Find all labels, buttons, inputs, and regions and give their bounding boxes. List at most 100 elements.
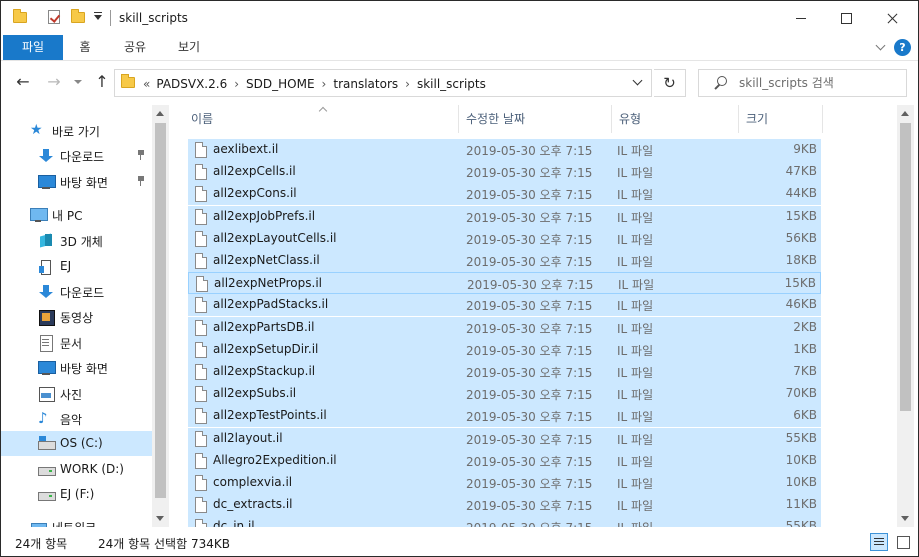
folder-icon[interactable] xyxy=(13,9,29,24)
breadcrumb-item[interactable]: SDD_HOME xyxy=(246,77,315,91)
sidebar-item[interactable]: 사진 xyxy=(1,381,152,406)
forward-arrow-icon[interactable]: → xyxy=(45,74,63,90)
up-arrow-icon[interactable]: ↑ xyxy=(93,74,111,90)
table-row[interactable]: all2expNetClass.il 2019-05-30 오후 7:15 IL 파… xyxy=(188,250,821,272)
scroll-thumb[interactable] xyxy=(900,123,911,411)
sidebar-item[interactable]: EJ (F:) xyxy=(1,482,152,507)
address-dropdown-chevron-icon[interactable] xyxy=(631,75,645,89)
properties-check-icon[interactable] xyxy=(47,10,63,24)
file-date-modified: 2019-05-30 오후 7:15 xyxy=(466,344,593,358)
close-button[interactable] xyxy=(869,1,915,35)
refresh-button[interactable]: ↻ xyxy=(654,69,686,97)
file-date-modified: 2019-05-30 오후 7:15 xyxy=(466,166,593,180)
recent-locations-dropdown-icon[interactable] xyxy=(74,80,82,84)
new-folder-icon[interactable] xyxy=(71,9,87,24)
tab-view[interactable]: 보기 xyxy=(165,35,213,60)
table-row[interactable]: all2expPadStacks.il 2019-05-30 오후 7:15 IL … xyxy=(188,294,821,316)
column-date-modified[interactable]: 수정한 날짜 xyxy=(459,105,612,133)
breadcrumb-overflow[interactable]: « xyxy=(143,77,150,91)
sidebar-item[interactable]: ♪ 음악 xyxy=(1,406,152,431)
table-row[interactable]: all2expJobPrefs.il 2019-05-30 오후 7:15 IL 파… xyxy=(188,206,821,228)
sidebar-item[interactable]: 내 PC xyxy=(1,202,152,227)
file-type: IL 파일 xyxy=(617,388,654,402)
search-box[interactable] xyxy=(698,69,907,97)
breadcrumb-item[interactable]: skill_scripts xyxy=(417,77,486,91)
file-icon xyxy=(195,364,207,380)
details-view-icon[interactable] xyxy=(870,533,888,551)
scroll-down-arrow-icon[interactable] xyxy=(901,516,909,521)
document-icon xyxy=(38,335,54,352)
sidebar-item[interactable]: EJ xyxy=(1,254,152,279)
breadcrumb-separator-icon[interactable]: › xyxy=(322,77,327,91)
file-size: 18KB xyxy=(785,253,817,267)
column-type[interactable]: 유형 xyxy=(612,105,739,133)
tab-file[interactable]: 파일 xyxy=(3,35,63,60)
table-row[interactable]: all2expStackup.il 2019-05-30 오후 7:15 IL 파일… xyxy=(188,361,821,383)
sidebar-item[interactable]: 3D 개체 xyxy=(1,228,152,253)
table-row[interactable]: aexlibext.il 2019-05-30 오후 7:15 IL 파일 9KB xyxy=(188,139,821,161)
file-icon xyxy=(195,253,207,269)
sidebar-item[interactable]: OS (C:) xyxy=(1,431,152,456)
tab-share[interactable]: 공유 xyxy=(111,35,159,60)
help-icon[interactable]: ? xyxy=(894,39,911,56)
table-row[interactable]: all2layout.il 2019-05-30 오후 7:15 IL 파일 55KB xyxy=(188,428,821,450)
table-row[interactable]: all2expTestPoints.il 2019-05-30 오후 7:15 IL… xyxy=(188,405,821,427)
maximize-button[interactable] xyxy=(823,1,869,35)
back-arrow-icon[interactable]: ← xyxy=(14,74,32,90)
table-row[interactable]: Allegro2Expedition.il 2019-05-30 오후 7:15 I… xyxy=(188,450,821,472)
file-date-modified: 2019-05-30 오후 7:15 xyxy=(466,322,593,336)
sidebar-item[interactable]: 네트워크 xyxy=(1,514,152,527)
search-input[interactable] xyxy=(739,75,899,91)
breadcrumb-item[interactable]: translators xyxy=(333,77,398,91)
table-row[interactable]: dc_extracts.il 2019-05-30 오후 7:15 IL 파일 11K… xyxy=(188,494,821,516)
scroll-up-arrow-icon[interactable] xyxy=(156,111,164,116)
minimize-button[interactable] xyxy=(778,1,824,35)
pin-icon[interactable] xyxy=(137,176,145,186)
table-row[interactable]: all2expCons.il 2019-05-30 오후 7:15 IL 파일 44K… xyxy=(188,183,821,205)
tab-home[interactable]: 홈 xyxy=(65,35,105,60)
table-row[interactable]: all2expSubs.il 2019-05-30 오후 7:15 IL 파일 70K… xyxy=(188,383,821,405)
expand-ribbon-chevron-icon[interactable] xyxy=(875,40,886,51)
file-type: IL 파일 xyxy=(617,499,654,513)
navigation-pane-scrollbar[interactable] xyxy=(152,105,169,527)
file-type: IL 파일 xyxy=(617,211,654,225)
breadcrumb-separator-icon[interactable]: › xyxy=(405,77,410,91)
file-list-scrollbar[interactable] xyxy=(897,105,914,527)
table-row[interactable]: all2expPartsDB.il 2019-05-30 오후 7:15 IL 파일… xyxy=(188,317,821,339)
file-size: 15KB xyxy=(784,276,816,290)
sidebar-item[interactable]: ★ 바로 가기 xyxy=(1,118,152,143)
desktop-icon xyxy=(38,174,56,189)
table-row[interactable]: all2expNetProps.il 2019-05-30 오후 7:15 IL 파… xyxy=(188,272,821,294)
sidebar-item[interactable]: 다운로드 xyxy=(1,279,152,304)
sidebar-item[interactable]: 바탕 화면 xyxy=(1,169,152,194)
column-name[interactable]: 이름 xyxy=(184,105,459,133)
file-type: IL 파일 xyxy=(617,410,654,424)
large-icons-view-icon[interactable] xyxy=(894,533,912,551)
sidebar-item[interactable]: 바탕 화면 xyxy=(1,355,152,380)
file-type: IL 파일 xyxy=(617,519,653,527)
file-size: 15KB xyxy=(785,209,817,223)
file-name: dc_in.il xyxy=(213,519,255,527)
breadcrumb-separator-icon[interactable]: › xyxy=(234,77,239,91)
scroll-down-arrow-icon[interactable] xyxy=(156,516,164,521)
breadcrumb-item[interactable]: PADSVX.2.6 xyxy=(156,77,227,91)
sidebar-item[interactable]: 동영상 xyxy=(1,304,152,329)
table-row[interactable]: all2expCells.il 2019-05-30 오후 7:15 IL 파일 47… xyxy=(188,161,821,183)
file-type: IL 파일 xyxy=(617,366,654,380)
table-row[interactable]: all2expSetupDir.il 2019-05-30 오후 7:15 IL 파… xyxy=(188,339,821,361)
pictures-icon xyxy=(38,386,55,402)
pin-icon[interactable] xyxy=(137,150,145,160)
scroll-up-arrow-icon[interactable] xyxy=(901,111,909,116)
file-icon xyxy=(196,276,208,292)
scroll-thumb[interactable] xyxy=(155,123,166,498)
table-row[interactable]: all2expLayoutCells.il 2019-05-30 오후 7:15 I… xyxy=(188,228,821,250)
sidebar-item[interactable]: WORK (D:) xyxy=(1,457,152,482)
sidebar-item-label: 네트워크 xyxy=(52,519,96,527)
sidebar-item[interactable]: 문서 xyxy=(1,330,152,355)
table-row[interactable]: complexvia.il 2019-05-30 오후 7:15 IL 파일 10KB xyxy=(188,472,821,494)
sidebar-item[interactable]: 다운로드 xyxy=(1,143,152,168)
table-row[interactable]: dc_in.il 2019-05-30 오후 7:15 IL 파일 55KB xyxy=(188,516,821,527)
file-date-modified: 2019-05-30 오후 7:15 xyxy=(466,410,593,424)
address-bar[interactable]: « PADSVX.2.6 › SDD_HOME › translators › … xyxy=(114,69,652,97)
column-size[interactable]: 크기 xyxy=(739,105,823,133)
